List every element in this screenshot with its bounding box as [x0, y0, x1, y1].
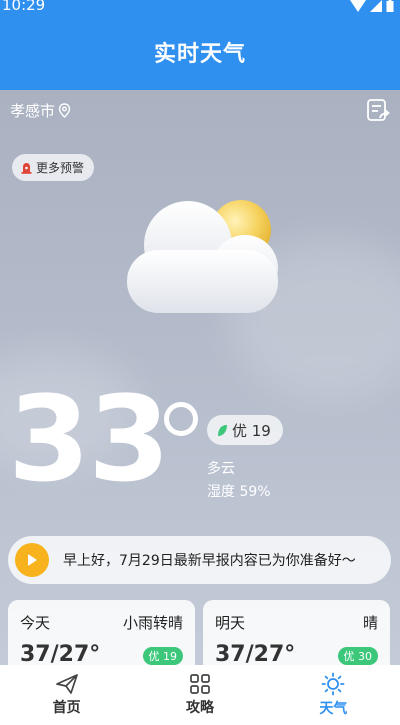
status-bar: 10:29	[0, 0, 400, 14]
tab-label: 首页	[52, 700, 81, 716]
leaf-icon	[218, 424, 227, 436]
battery-icon	[386, 0, 394, 12]
wifi-icon	[350, 0, 366, 12]
forecast-aqi-badge: 优 19	[142, 647, 183, 665]
signal-icon	[370, 0, 382, 12]
tab-label: 攻略	[185, 700, 214, 716]
share-icon[interactable]	[366, 98, 392, 124]
paper-plane-icon	[55, 674, 78, 694]
aqi-label: 优 19	[232, 421, 271, 440]
tab-weather[interactable]: 天气	[267, 665, 400, 725]
current-temperature: 33	[8, 370, 170, 508]
weather-main: 孝感市 更多预警 33 优 19 多云 湿度 59% 早上好，7月29日最新早报…	[0, 90, 400, 665]
aqi-badge[interactable]: 优 19	[207, 415, 283, 445]
partly-cloudy-icon	[127, 200, 278, 313]
forecast-day: 明天	[215, 614, 246, 632]
briefing-text: 早上好，7月29日最新早报内容已为你准备好～	[63, 553, 356, 569]
forecast-temperature: 37/27°	[215, 642, 296, 665]
forecast-condition: 晴	[362, 614, 378, 632]
play-button[interactable]	[15, 543, 49, 577]
forecast-card-tomorrow[interactable]: 明天 晴 37/27° 优 30	[203, 600, 390, 665]
more-alerts-button[interactable]: 更多预警	[12, 154, 95, 181]
forecast-condition: 小雨转晴	[122, 614, 183, 632]
location-pin-icon	[58, 103, 71, 118]
forecast-card-today[interactable]: 今天 小雨转晴 37/27° 优 19	[8, 600, 195, 665]
more-alerts-label: 更多预警	[36, 161, 85, 175]
tab-home[interactable]: 首页	[0, 665, 133, 725]
status-icons	[350, 0, 394, 12]
forecast-aqi-badge: 优 30	[337, 647, 378, 665]
degree-symbol	[164, 402, 198, 436]
current-condition: 多云	[207, 461, 235, 477]
status-time: 10:29	[2, 0, 46, 14]
app-header: 实时天气	[0, 14, 400, 90]
location-selector[interactable]: 孝感市	[10, 100, 71, 121]
tab-guide[interactable]: 攻略	[133, 665, 266, 725]
page-title: 实时天气	[153, 42, 246, 67]
grid-icon	[190, 674, 210, 694]
location-name: 孝感市	[10, 102, 56, 120]
play-icon	[28, 554, 37, 566]
forecast-day: 今天	[20, 614, 51, 632]
tab-label: 天气	[319, 701, 348, 717]
bottom-tab-bar: 首页 攻略 天气	[0, 665, 400, 725]
alarm-icon	[21, 163, 32, 174]
forecast-temperature: 37/27°	[20, 642, 101, 665]
current-humidity: 湿度 59%	[207, 484, 271, 500]
morning-briefing-bar[interactable]: 早上好，7月29日最新早报内容已为你准备好～	[8, 536, 391, 584]
sun-icon	[321, 672, 345, 696]
